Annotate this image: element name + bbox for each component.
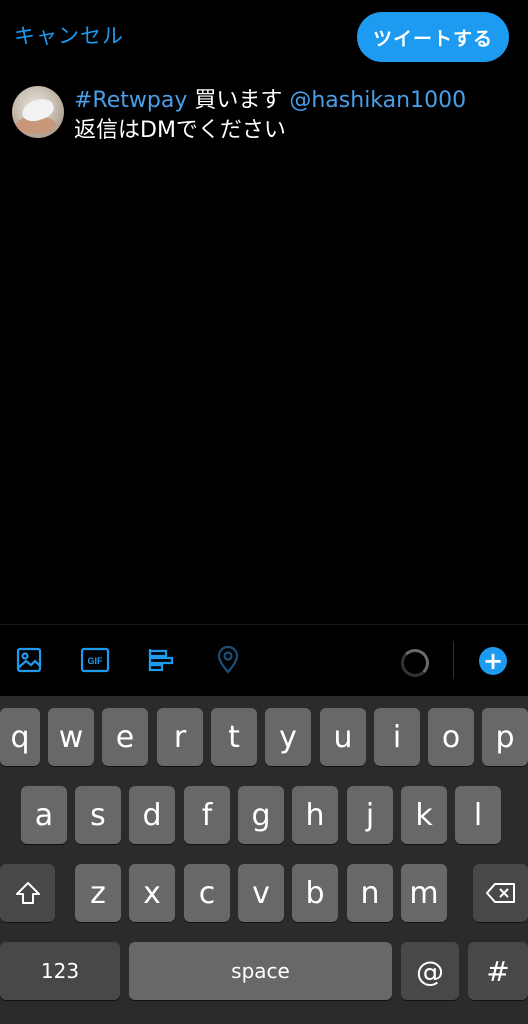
toolbar-divider xyxy=(453,641,454,679)
key-s[interactable]: s xyxy=(75,786,121,844)
key-k[interactable]: k xyxy=(401,786,447,844)
key-q[interactable]: q xyxy=(0,708,40,766)
hashtag-link[interactable]: #Retwpay xyxy=(74,88,187,113)
tweet-button[interactable]: ツイートする xyxy=(357,12,509,62)
poll-icon[interactable] xyxy=(146,645,176,675)
add-thread-button[interactable]: + xyxy=(479,647,507,675)
key-j[interactable]: j xyxy=(347,786,393,844)
numbers-key[interactable]: 123 xyxy=(0,942,120,1000)
image-icon[interactable] xyxy=(14,645,44,675)
key-d[interactable]: d xyxy=(129,786,175,844)
shift-key[interactable] xyxy=(0,864,55,922)
key-h[interactable]: h xyxy=(292,786,338,844)
key-l[interactable]: l xyxy=(455,786,501,844)
key-u[interactable]: u xyxy=(320,708,366,766)
key-x[interactable]: x xyxy=(129,864,175,922)
key-r[interactable]: r xyxy=(157,708,203,766)
key-b[interactable]: b xyxy=(292,864,338,922)
keyboard: q w e r t y u i o p a s d f g h j k l z … xyxy=(0,696,528,1024)
hash-key[interactable]: # xyxy=(468,942,528,1000)
key-z[interactable]: z xyxy=(75,864,121,922)
compose-text: 買います xyxy=(187,88,290,113)
compose-toolbar: GIF + xyxy=(0,624,528,697)
key-v[interactable]: v xyxy=(238,864,284,922)
key-c[interactable]: c xyxy=(184,864,230,922)
key-i[interactable]: i xyxy=(374,708,420,766)
mention-link[interactable]: @hashikan1000 xyxy=(289,88,466,113)
key-t[interactable]: t xyxy=(211,708,257,766)
key-o[interactable]: o xyxy=(428,708,474,766)
at-key[interactable]: @ xyxy=(401,942,459,1000)
key-p[interactable]: p xyxy=(482,708,528,766)
cancel-button[interactable]: キャンセル xyxy=(14,20,124,50)
gif-icon-label: GIF xyxy=(88,656,104,666)
key-w[interactable]: w xyxy=(48,708,94,766)
compose-text-line-2: 返信はDMでください xyxy=(74,118,286,143)
compose-text-area[interactable]: #Retwpay 買います @hashikan1000 返信はDMでください xyxy=(74,86,514,146)
key-f[interactable]: f xyxy=(184,786,230,844)
key-e[interactable]: e xyxy=(102,708,148,766)
key-m[interactable]: m xyxy=(401,864,447,922)
space-key[interactable]: space xyxy=(129,942,392,1000)
key-n[interactable]: n xyxy=(347,864,393,922)
location-icon[interactable] xyxy=(213,645,243,675)
character-count-ring xyxy=(401,649,429,677)
key-a[interactable]: a xyxy=(21,786,67,844)
key-y[interactable]: y xyxy=(265,708,311,766)
gif-icon[interactable]: GIF xyxy=(80,645,110,675)
delete-key[interactable] xyxy=(473,864,528,922)
avatar xyxy=(12,86,64,138)
key-g[interactable]: g xyxy=(238,786,284,844)
